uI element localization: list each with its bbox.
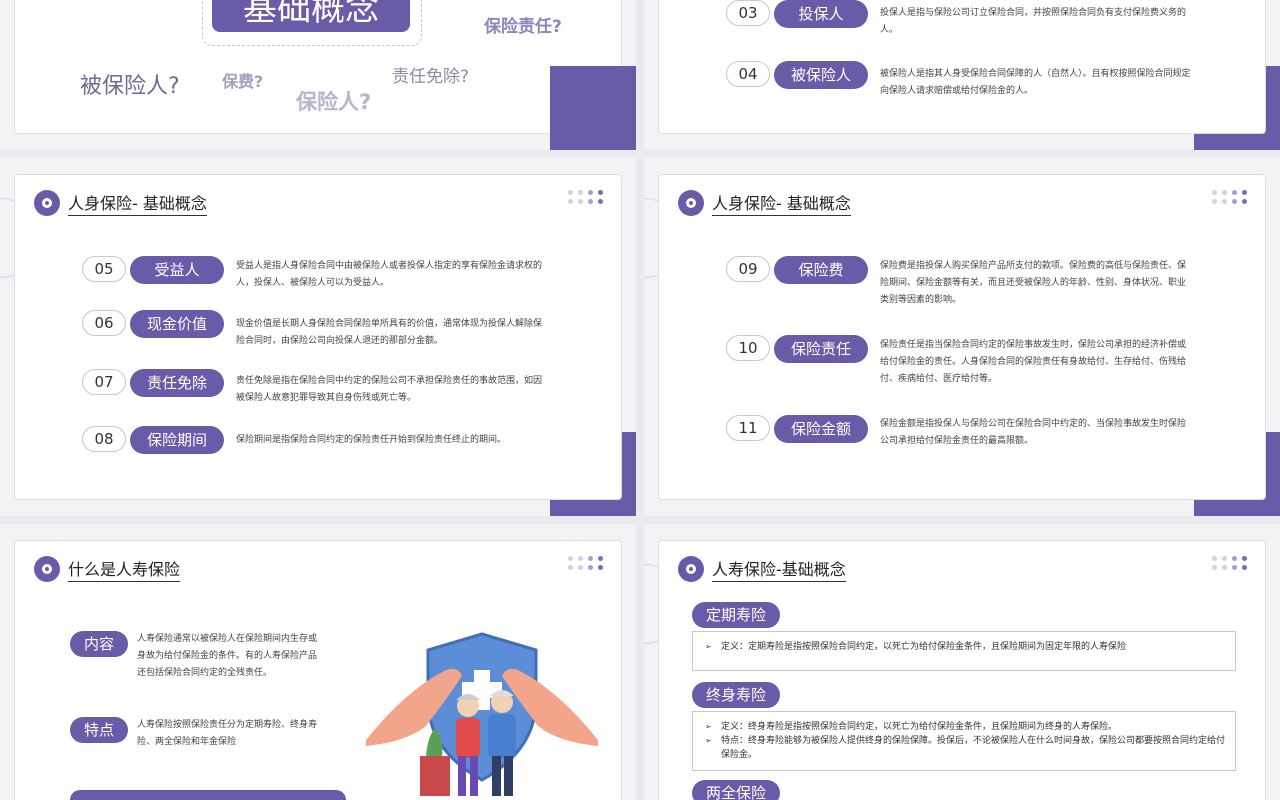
dots-decoration xyxy=(1212,190,1248,204)
item-description: 保险费是指投保人购买保险产品所支付的款项。保险费的高低与保险责任、保险期间、保险… xyxy=(880,261,1187,305)
item-number: 07 xyxy=(82,369,126,395)
slide-header: 人寿保险-基础概念 xyxy=(678,556,846,582)
header-bullet-icon xyxy=(34,190,60,216)
slide-header: 人身保险- 基础概念 xyxy=(678,190,851,216)
feature-description: 人寿保险按照保险责任分为定期寿险、终身寿险、两全保险和年金保险 xyxy=(137,720,318,747)
question-liability: 保险责任? xyxy=(484,17,562,37)
slide-policyholder: 03 投保人 投保人是指与保险公司订立保险合同，并按照保险合同负有支付保险费义务… xyxy=(644,0,1280,150)
family-protection-illustration xyxy=(366,632,598,796)
question-insured: 被保险人? xyxy=(80,74,180,99)
item-label: 保险责任 xyxy=(774,335,868,363)
item-description: 保险期间是指保险合同约定的保险责任开始到保险责任终止的期间。 xyxy=(236,435,507,445)
slide-personal-insurance-1: 人身保险- 基础概念 05 受益人 受益人是指人身保险合同中由被保险人或者投保人… xyxy=(0,158,636,516)
item-row-09: 09 保险费 xyxy=(726,256,868,284)
question-insurer: 保险人? xyxy=(296,90,372,114)
item-row-05: 05 受益人 xyxy=(82,256,224,284)
bottom-banner xyxy=(70,790,346,800)
item-row-10: 10 保险责任 xyxy=(726,335,868,363)
slide-life-insurance-concepts: 人寿保险-基础概念 定期寿险 定义：定期寿险是指按照保险合同约定，以死亡为给付保… xyxy=(644,524,1280,800)
section-tag-term-life: 定期寿险 xyxy=(692,602,781,628)
item-description: 现金价值是长期人身保险合同保险单所具有的价值，通常体现为投保人解除保险合同时，由… xyxy=(236,319,543,346)
title-box: 基础概念 xyxy=(212,0,410,32)
section-box-term-life: 定义：定期寿险是指按照保险合同约定，以死亡为给付保险金条件，且保险期间为固定年限… xyxy=(692,631,1236,671)
item-description: 投保人是指与保险公司订立保险合同，并按照保险合同负有支付保险费义务的人。 xyxy=(880,8,1187,35)
item-description: 被保险人是指其人身受保险合同保障的人（自然人）。且有权按照保险合同规定向保险人请… xyxy=(880,69,1191,96)
item-label: 保险金额 xyxy=(774,415,868,443)
slide-header: 什么是人寿保险 xyxy=(34,556,181,582)
item-label: 责任免除 xyxy=(130,369,224,397)
slide-what-is-life-insurance: 什么是人寿保险 内容 人寿保险通常以被保险人在保险期间内生存或身故为给付保险金的… xyxy=(0,524,636,800)
corner-decoration xyxy=(550,66,636,150)
item-number: 05 xyxy=(82,256,126,282)
slide-personal-insurance-2: 人身保险- 基础概念 09 保险费 保险费是指投保人购买保险产品所支付的款项。保… xyxy=(644,158,1280,516)
item-number: 09 xyxy=(726,256,770,282)
question-premium: 保费? xyxy=(222,72,264,91)
content-tag: 内容 xyxy=(70,631,129,657)
item-label: 保险费 xyxy=(774,256,868,284)
item-label: 被保险人 xyxy=(774,61,868,89)
item-row-06: 06 现金价值 xyxy=(82,310,224,338)
item-label: 现金价值 xyxy=(130,310,224,338)
section-tag-endowment: 两全保险 xyxy=(692,780,781,800)
header-bullet-icon xyxy=(34,556,60,582)
feature-tag: 特点 xyxy=(70,717,129,743)
dots-decoration xyxy=(568,190,604,204)
section-tag-whole-life: 终身寿险 xyxy=(692,682,781,708)
question-exemption: 责任免除? xyxy=(392,67,470,87)
slide-title: 什么是人寿保险 xyxy=(68,556,181,582)
item-row-07: 07 责任免除 xyxy=(82,369,224,397)
section-line: 定义：终身寿险是指按照保险合同约定，以死亡为给付保险金条件，且保险期间为终身的人… xyxy=(703,720,1225,734)
item-row-04: 04 被保险人 xyxy=(726,61,868,89)
dots-decoration xyxy=(568,556,604,570)
section-box-whole-life: 定义：终身寿险是指按照保险合同约定，以死亡为给付保险金条件，且保险期间为终身的人… xyxy=(692,711,1236,771)
item-number: 08 xyxy=(82,426,126,452)
slide-header: 人身保险- 基础概念 xyxy=(34,190,207,216)
item-description: 保险责任是指当保险合同约定的保险事故发生时，保险公司承担的经济补偿或给付保险金的… xyxy=(880,340,1187,384)
item-description: 保险金额是指投保人与保险公司在保险合同中约定的、当保险事故发生时保险公司承担给付… xyxy=(880,419,1187,446)
section-line: 定义：定期寿险是指按照保险合同约定，以死亡为给付保险金条件，且保险期间为固定年限… xyxy=(703,640,1225,654)
slide-title: 人身保险- 基础概念 xyxy=(712,190,851,216)
slide-title: 人身保险- 基础概念 xyxy=(68,190,207,216)
item-number: 06 xyxy=(82,310,126,336)
header-bullet-icon xyxy=(678,556,704,582)
item-number: 03 xyxy=(726,0,770,26)
item-number: 10 xyxy=(726,335,770,361)
section-line: 特点：终身寿险能够为被保险人提供终身的保险保障。投保后，不论被保险人在什么时间身… xyxy=(703,734,1225,762)
item-description: 受益人是指人身保险合同中由被保险人或者投保人指定的享有保险金请求权的人，投保人、… xyxy=(236,261,543,288)
item-row-03: 03 投保人 xyxy=(726,0,868,28)
item-label: 受益人 xyxy=(130,256,224,284)
item-number: 04 xyxy=(726,61,770,87)
slide-basic-concepts-cover: 基础概念 保险责任? 被保险人? 保费? 责任免除? 保险人? xyxy=(0,0,636,150)
item-number: 11 xyxy=(726,415,770,441)
item-description: 责任免除是指在保险合同中约定的保险公司不承担保险责任的事故范围，如因被保险人故意… xyxy=(236,376,543,403)
header-bullet-icon xyxy=(678,190,704,216)
item-label: 保险期间 xyxy=(130,426,224,454)
item-row-08: 08 保险期间 xyxy=(82,426,224,454)
dots-decoration xyxy=(1212,556,1248,570)
content-description: 人寿保险通常以被保险人在保险期间内生存或身故为给付保险金的条件。有的人寿保险产品… xyxy=(137,634,318,678)
item-label: 投保人 xyxy=(774,0,868,28)
item-row-11: 11 保险金额 xyxy=(726,415,868,443)
slide-title: 人寿保险-基础概念 xyxy=(712,556,846,582)
